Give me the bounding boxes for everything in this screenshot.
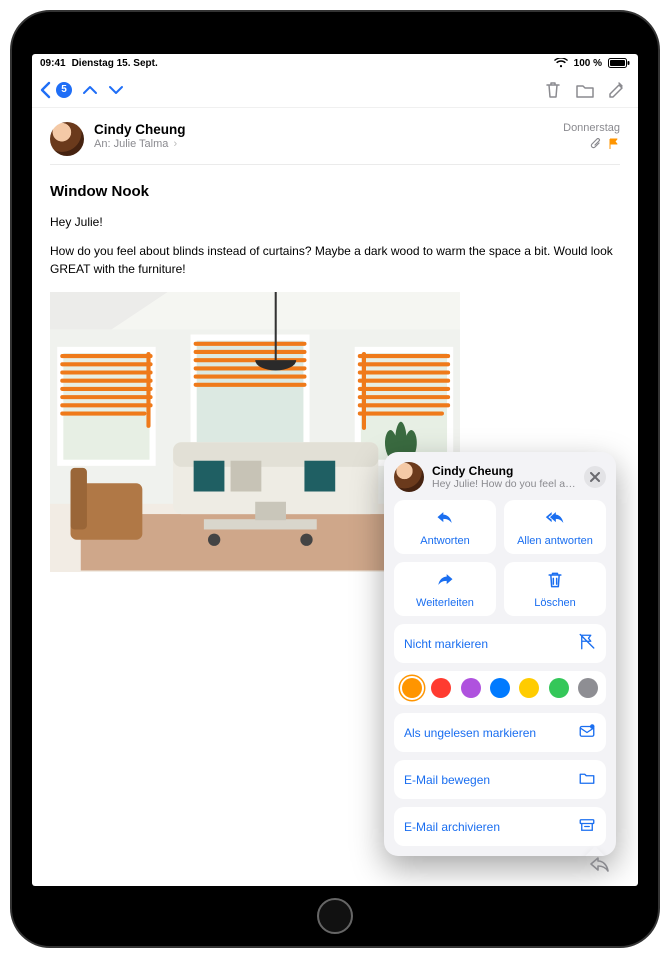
wifi-icon xyxy=(554,58,568,69)
popover-avatar xyxy=(394,462,424,492)
home-button[interactable] xyxy=(317,898,353,934)
unflag-label: Nicht markieren xyxy=(404,637,488,651)
body-greeting: Hey Julie! xyxy=(50,214,620,231)
message-header: Cindy Cheung An: Julie Talma › Donnersta… xyxy=(50,122,620,165)
flag-color-1[interactable] xyxy=(431,678,451,698)
message-date: Donnerstag xyxy=(563,122,620,134)
to-line[interactable]: An: Julie Talma › xyxy=(94,138,553,150)
delete-label: Löschen xyxy=(534,597,576,609)
battery-text: 100 % xyxy=(574,58,602,69)
flag-color-6[interactable] xyxy=(578,678,598,698)
move-folder-button[interactable] xyxy=(574,79,596,101)
flag-color-row xyxy=(394,671,606,705)
archive-label: E-Mail archivieren xyxy=(404,820,500,834)
archive-mail-row[interactable]: E-Mail archivieren xyxy=(394,807,606,846)
reply-all-icon xyxy=(545,508,565,531)
move-mail-row[interactable]: E-Mail bewegen xyxy=(394,760,606,799)
status-bar: 09:41 Dienstag 15. Sept. 100 % xyxy=(32,54,638,72)
message-body: Hey Julie! How do you feel about blinds … xyxy=(50,214,620,278)
unflag-icon xyxy=(578,633,596,654)
move-mail-label: E-Mail bewegen xyxy=(404,773,490,787)
reply-button[interactable]: Antworten xyxy=(394,500,496,554)
trash-icon xyxy=(545,570,565,593)
reply-all-label: Allen antworten xyxy=(517,535,593,547)
trash-button[interactable] xyxy=(542,79,564,101)
to-label: An: xyxy=(94,138,111,150)
compose-button[interactable] xyxy=(606,79,628,101)
back-button[interactable] xyxy=(38,81,52,99)
flag-color-5[interactable] xyxy=(549,678,569,698)
from-name[interactable]: Cindy Cheung xyxy=(94,122,553,137)
flag-color-3[interactable] xyxy=(490,678,510,698)
body-paragraph: How do you feel about blinds instead of … xyxy=(50,243,620,278)
to-name: Julie Talma xyxy=(114,138,169,150)
flag-icon xyxy=(608,138,620,153)
next-message-button[interactable] xyxy=(108,84,124,96)
message-subject: Window Nook xyxy=(50,183,620,200)
forward-label: Weiterleiten xyxy=(416,597,474,609)
unread-badge: 5 xyxy=(56,82,72,98)
flag-color-4[interactable] xyxy=(519,678,539,698)
attachment-icon xyxy=(590,138,602,153)
folder-icon xyxy=(578,769,596,790)
mail-toolbar: 5 xyxy=(32,72,638,108)
archive-icon xyxy=(578,816,596,837)
mark-unread-row[interactable]: Als ungelesen markieren xyxy=(394,713,606,752)
reply-label: Antworten xyxy=(420,535,470,547)
avatar xyxy=(50,122,84,156)
status-date: Dienstag 15. Sept. xyxy=(72,58,158,69)
delete-button[interactable]: Löschen xyxy=(504,562,606,616)
mark-unread-label: Als ungelesen markieren xyxy=(404,726,536,740)
ipad-frame: 09:41 Dienstag 15. Sept. 100 % 5 xyxy=(10,10,660,948)
forward-icon xyxy=(435,570,455,593)
forward-button[interactable]: Weiterleiten xyxy=(394,562,496,616)
reply-icon xyxy=(435,508,455,531)
message-view: Cindy Cheung An: Julie Talma › Donnersta… xyxy=(32,108,638,886)
unflag-row[interactable]: Nicht markieren xyxy=(394,624,606,663)
envelope-dot-icon xyxy=(578,722,596,743)
battery-icon xyxy=(608,58,630,69)
screen: 09:41 Dienstag 15. Sept. 100 % 5 xyxy=(32,54,638,886)
close-button[interactable] xyxy=(584,466,606,488)
flag-color-2[interactable] xyxy=(461,678,481,698)
popover-header: Cindy Cheung Hey Julie! How do you feel … xyxy=(384,452,616,500)
prev-message-button[interactable] xyxy=(82,84,98,96)
reply-bottom-button[interactable] xyxy=(586,850,614,878)
popover-preview: Hey Julie! How do you feel ab… xyxy=(432,478,576,490)
flag-color-0[interactable] xyxy=(402,678,422,698)
actions-popover: Cindy Cheung Hey Julie! How do you feel … xyxy=(384,452,616,856)
popover-from: Cindy Cheung xyxy=(432,464,576,478)
status-time: 09:41 xyxy=(40,58,66,69)
reply-all-button[interactable]: Allen antworten xyxy=(504,500,606,554)
chevron-right-icon: › xyxy=(173,138,177,150)
